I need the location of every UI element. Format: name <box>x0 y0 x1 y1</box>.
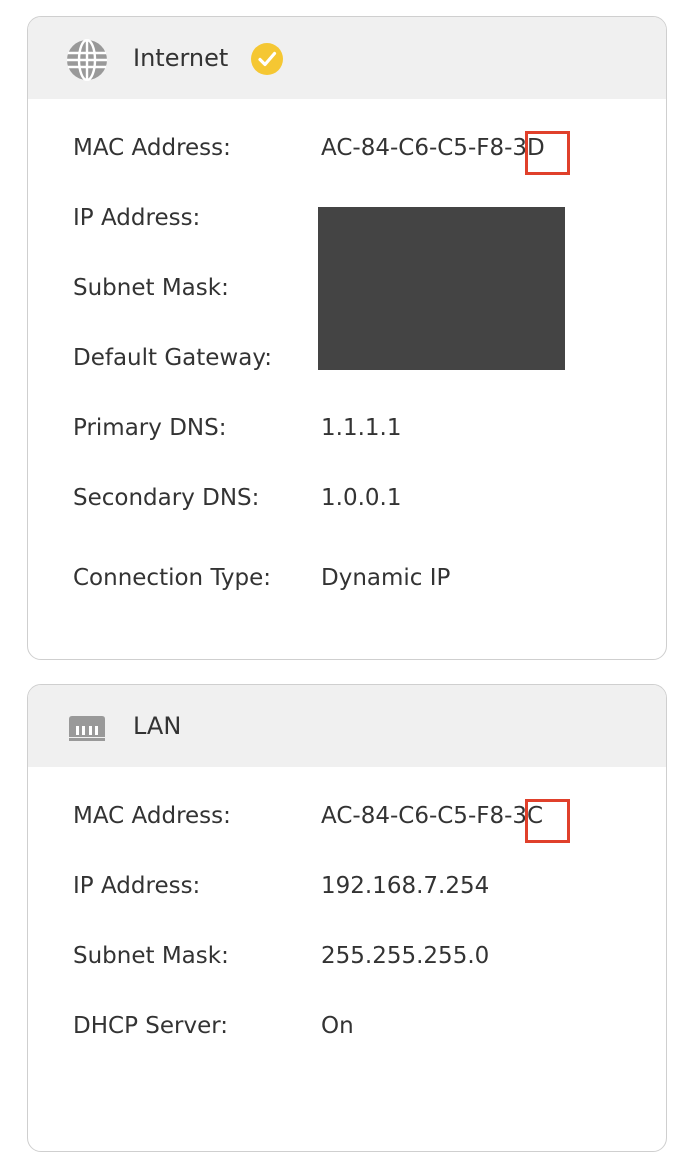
row-value: 255.255.255.0 <box>321 943 490 969</box>
internet-row-connection-type: Connection Type: Dynamic IP <box>73 565 666 605</box>
check-circle-icon <box>251 43 283 75</box>
row-label: MAC Address: <box>73 135 231 161</box>
ethernet-port-icon <box>69 716 105 741</box>
globe-icon <box>67 39 107 81</box>
lan-row-ip-address: IP Address: 192.168.7.254 <box>73 873 666 913</box>
internet-panel: Internet MAC Address: AC-84-C6-C5-F8-3D … <box>27 16 667 660</box>
lan-title: LAN <box>133 712 182 740</box>
row-label: DHCP Server: <box>73 1013 229 1039</box>
redaction-block <box>318 207 565 370</box>
internet-title: Internet <box>133 44 229 72</box>
row-value: Dynamic IP <box>321 565 451 591</box>
lan-panel: LAN MAC Address: AC-84-C6-C5-F8-3C IP Ad… <box>27 684 667 1152</box>
mac-highlight-box <box>525 799 570 843</box>
row-label: Subnet Mask: <box>73 275 229 301</box>
row-value: 1.0.0.1 <box>321 485 402 511</box>
row-label: Default Gateway: <box>73 345 273 371</box>
row-label: Secondary DNS: <box>73 485 260 511</box>
internet-row-secondary-dns: Secondary DNS: 1.0.0.1 <box>73 485 666 525</box>
row-label: MAC Address: <box>73 803 231 829</box>
row-label: IP Address: <box>73 205 201 231</box>
row-label: Primary DNS: <box>73 415 227 441</box>
row-label: Subnet Mask: <box>73 943 229 969</box>
lan-row-mac-address: MAC Address: AC-84-C6-C5-F8-3C <box>73 803 666 843</box>
lan-row-dhcp-server: DHCP Server: On <box>73 1013 666 1053</box>
internet-row-mac-address: MAC Address: AC-84-C6-C5-F8-3D <box>73 135 666 175</box>
row-label: IP Address: <box>73 873 201 899</box>
lan-row-subnet-mask: Subnet Mask: 255.255.255.0 <box>73 943 666 983</box>
row-label: Connection Type: <box>73 565 272 591</box>
mac-highlight-box <box>525 131 570 175</box>
row-value: AC-84-C6-C5-F8-3C <box>321 803 544 829</box>
internet-row-primary-dns: Primary DNS: 1.1.1.1 <box>73 415 666 455</box>
row-value: 192.168.7.254 <box>321 873 490 899</box>
lan-panel-header: LAN <box>28 685 666 767</box>
internet-panel-header: Internet <box>28 17 666 99</box>
row-value: 1.1.1.1 <box>321 415 402 441</box>
row-value: On <box>321 1013 354 1039</box>
row-value: AC-84-C6-C5-F8-3D <box>321 135 545 161</box>
